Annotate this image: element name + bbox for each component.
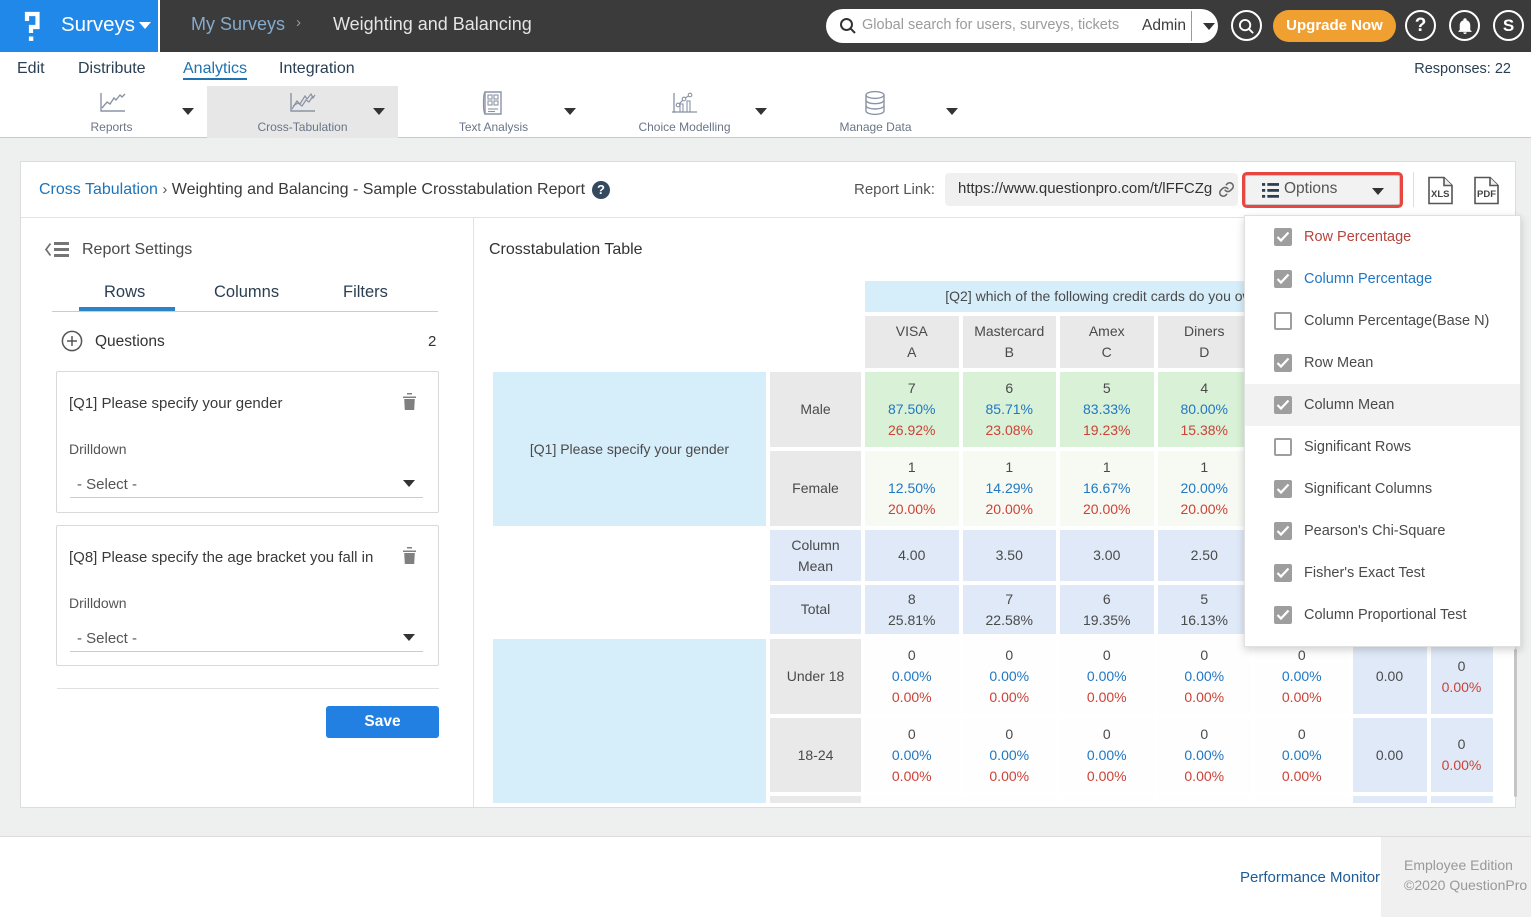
svg-text:XLS: XLS (1431, 189, 1449, 200)
svg-text:PDF: PDF (1477, 189, 1496, 200)
